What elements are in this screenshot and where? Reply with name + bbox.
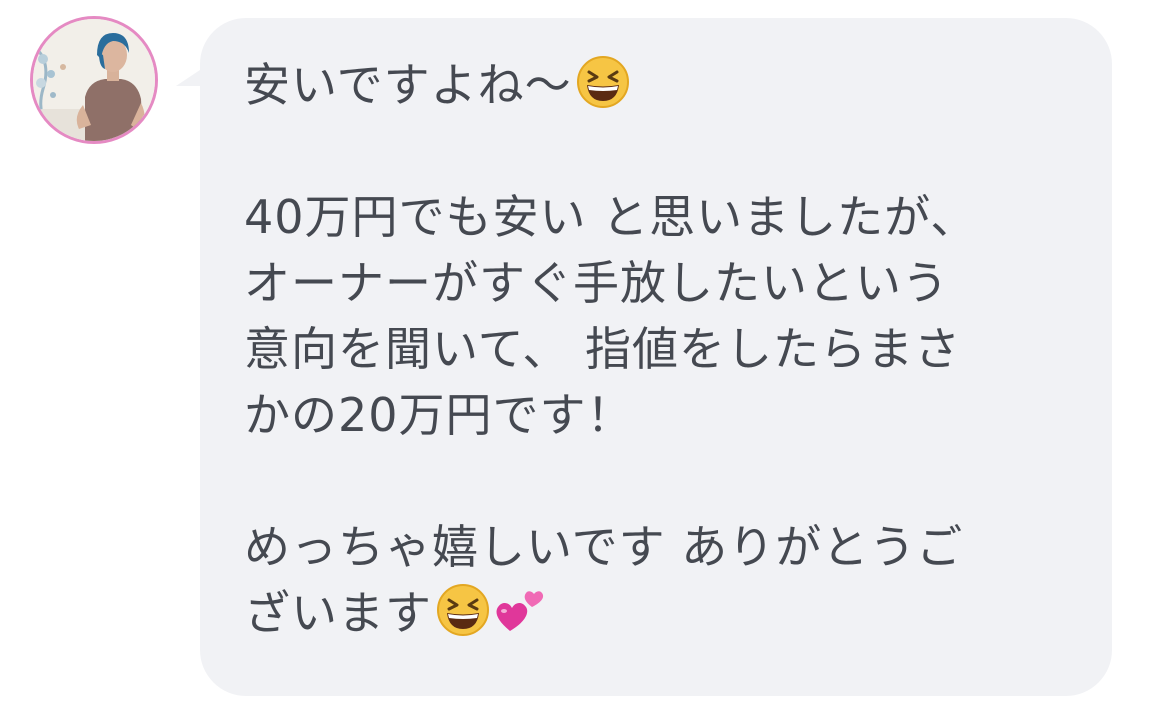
avatar-photo bbox=[33, 19, 155, 141]
message-line: めっちゃ嬉しいです ありがとうご bbox=[244, 520, 964, 574]
message-bubble[interactable]: 安いですよね〜 40万円でも安い と思いましたが、 オーナーがすぐ手放したいとい… bbox=[200, 18, 1112, 696]
message-line: 意向を聞いて、 指値をしたらまさ bbox=[244, 322, 961, 376]
chat-view: 安いですよね〜 40万円でも安い と思いましたが、 オーナーがすぐ手放したいとい… bbox=[0, 0, 1170, 718]
avatar[interactable] bbox=[30, 16, 158, 144]
message-text: ざいます bbox=[244, 586, 432, 640]
message-line: オーナーがすぐ手放したいという bbox=[244, 256, 949, 310]
message-line: かの20万円です！ bbox=[244, 388, 634, 442]
message-text: 安いですよね〜 bbox=[244, 58, 572, 112]
message-line: 40万円でも安い と思いましたが、 bbox=[244, 190, 978, 244]
two-hearts-icon bbox=[494, 583, 548, 654]
message-line: ざいます bbox=[244, 580, 1072, 646]
grinning-squinting-face-icon bbox=[436, 583, 490, 654]
grinning-squinting-face-icon bbox=[576, 55, 630, 126]
message-line: 安いですよね〜 bbox=[244, 52, 1072, 118]
